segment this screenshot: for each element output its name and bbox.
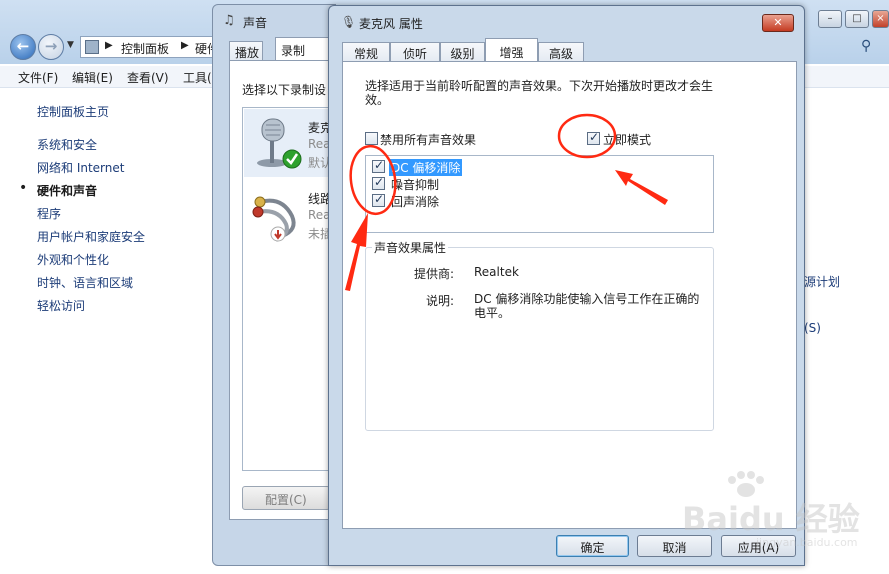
forward-button[interactable]: → — [38, 34, 64, 60]
sidebar-item-appearance[interactable]: 外观和个性化 — [37, 251, 109, 268]
back-arrow-icon: ← — [16, 37, 30, 55]
forward-arrow-icon: → — [44, 37, 58, 55]
close-button[interactable]: ✕ — [762, 14, 794, 32]
immediate-mode-checkbox[interactable]: ✓ — [587, 130, 600, 145]
tab-listen[interactable]: 侦听 — [390, 42, 440, 62]
power-plan-link-fragment[interactable]: 源计划 — [804, 273, 840, 290]
sound-dialog: ♫ 声音 播放 录制 选择以下录制设 麦克 Rea 默认 线路 Rea 未插 配… — [212, 4, 336, 566]
device-microphone[interactable]: 麦克 Rea 默认 — [244, 109, 335, 177]
enhancement-checkbox[interactable]: ✓ — [372, 158, 385, 173]
provider-label: 提供商: — [414, 267, 455, 281]
menu-tools[interactable]: 工具( — [183, 69, 212, 86]
enhancement-checkbox[interactable]: ✓ — [372, 175, 385, 190]
description-value: DC 偏移消除功能使输入信号工作在正确的电平。 — [474, 292, 700, 320]
immediate-mode-label[interactable]: 立即模式 — [603, 131, 651, 148]
sidebar-item-programs[interactable]: 程序 — [37, 205, 61, 222]
description-label: 说明: — [426, 294, 455, 308]
link-fragment[interactable]: (S) — [804, 321, 821, 335]
checkmark-icon: ✓ — [374, 175, 385, 189]
tab-levels[interactable]: 级别 — [440, 42, 485, 62]
speaker-icon: ♫ — [223, 13, 235, 28]
tab-playback[interactable]: 播放 — [229, 41, 263, 61]
minimize-button[interactable]: – — [818, 10, 842, 28]
device-list: 麦克 Rea 默认 线路 Rea 未插 — [242, 107, 335, 471]
microphone-small-icon: 🎙 — [341, 15, 357, 29]
breadcrumb-control-panel[interactable]: 控制面板 — [121, 40, 169, 57]
tab-advanced[interactable]: 高级 — [538, 42, 584, 62]
checkmark-icon: ✓ — [374, 158, 385, 172]
sidebar: 控制面板主页 • 系统和安全 网络和 Internet 硬件和声音 程序 用户帐… — [0, 88, 212, 574]
configure-button[interactable]: 配置(C) — [242, 486, 330, 510]
device-line-in[interactable]: 线路 Rea 未插 — [244, 180, 335, 248]
sidebar-item-user-accounts[interactable]: 用户帐户和家庭安全 — [37, 228, 145, 245]
menu-view[interactable]: 查看(V) — [127, 69, 169, 86]
checkmark-icon: ✓ — [374, 192, 385, 206]
tab-general[interactable]: 常规 — [342, 42, 390, 62]
breadcrumb-separator-icon[interactable]: ▶ — [105, 40, 113, 51]
checkmark-icon: ✓ — [589, 130, 600, 144]
enhancement-label[interactable]: 回声消除 — [389, 193, 441, 210]
microphone-icon — [257, 118, 302, 169]
sidebar-item-network[interactable]: 网络和 Internet — [37, 159, 124, 176]
list-item[interactable]: ✓ DC 偏移消除 — [372, 158, 702, 176]
watermark: Baidu 经验 jingyan.baidu.com — [676, 470, 881, 560]
recording-panel: 选择以下录制设 麦克 Rea 默认 线路 Rea 未插 配置(C) — [229, 60, 335, 520]
tab-recording[interactable]: 录制 — [275, 37, 335, 61]
disable-all-effects-label[interactable]: 禁用所有声音效果 — [380, 131, 476, 148]
enhancement-list: ✓ DC 偏移消除 ✓ 噪音抑制 ✓ 回声消除 — [365, 155, 714, 233]
sound-tab-strip: 播放 录制 — [229, 37, 335, 61]
sidebar-home-link[interactable]: 控制面板主页 — [37, 103, 109, 120]
breadcrumb-separator-icon[interactable]: ▶ — [181, 40, 189, 51]
green-check-icon — [282, 149, 302, 169]
recent-pages-chevron-icon[interactable]: ▼ — [67, 40, 74, 50]
enhancements-panel: 选择适用于当前聆听配置的声音效果。下次开始播放时更改才会生效。 禁用所有声音效果… — [342, 61, 797, 529]
sidebar-item-ease-of-access[interactable]: 轻松访问 — [37, 297, 85, 314]
ok-button[interactable]: 确定 — [556, 535, 629, 557]
effect-properties-title: 声音效果属性 — [372, 239, 449, 256]
enhancement-checkbox[interactable]: ✓ — [372, 192, 385, 207]
enhancements-description: 选择适用于当前聆听配置的声音效果。下次开始播放时更改才会生效。 — [365, 79, 714, 107]
mic-dialog-title: 麦克风 属性 — [359, 17, 423, 31]
disable-all-effects-checkbox[interactable] — [365, 132, 378, 145]
mic-tab-strip: 常规 侦听 级别 增强 高级 — [342, 38, 797, 62]
enhancement-label[interactable]: DC 偏移消除 — [389, 159, 463, 176]
provider-value: Realtek — [474, 265, 519, 279]
tab-enhancements[interactable]: 增强 — [485, 38, 538, 62]
sound-dialog-title: 声音 — [243, 16, 268, 30]
watermark-site: jingyan.baidu.com — [756, 536, 858, 549]
sidebar-item-system-security[interactable]: 系统和安全 — [37, 136, 97, 153]
menu-edit[interactable]: 编辑(E) — [72, 69, 113, 86]
list-item[interactable]: ✓ 回声消除 — [372, 192, 702, 209]
recording-description: 选择以下录制设 — [242, 83, 327, 97]
menu-file[interactable]: 文件(F) — [18, 69, 58, 86]
sidebar-item-hardware-sound[interactable]: 硬件和声音 — [37, 182, 97, 199]
list-item[interactable]: ✓ 噪音抑制 — [372, 175, 702, 192]
close-button[interactable]: × — [872, 10, 889, 28]
enhancement-label[interactable]: 噪音抑制 — [389, 176, 441, 193]
search-icon[interactable]: ⚲ — [861, 38, 871, 54]
effect-properties-group: 声音效果属性 提供商: Realtek 说明: DC 偏移消除功能使输入信号工作… — [365, 239, 714, 431]
watermark-text: Baidu 经验 — [682, 500, 860, 538]
rca-cable-icon — [252, 196, 296, 242]
current-category-bullet: • — [19, 180, 28, 196]
address-bar[interactable]: ▶ 控制面板 ▶ 硬件 — [80, 36, 220, 58]
sidebar-item-clock-region[interactable]: 时钟、语言和区域 — [37, 274, 133, 291]
maximize-button[interactable]: □ — [845, 10, 869, 28]
control-panel-icon — [85, 40, 99, 54]
back-button[interactable]: ← — [10, 34, 36, 60]
